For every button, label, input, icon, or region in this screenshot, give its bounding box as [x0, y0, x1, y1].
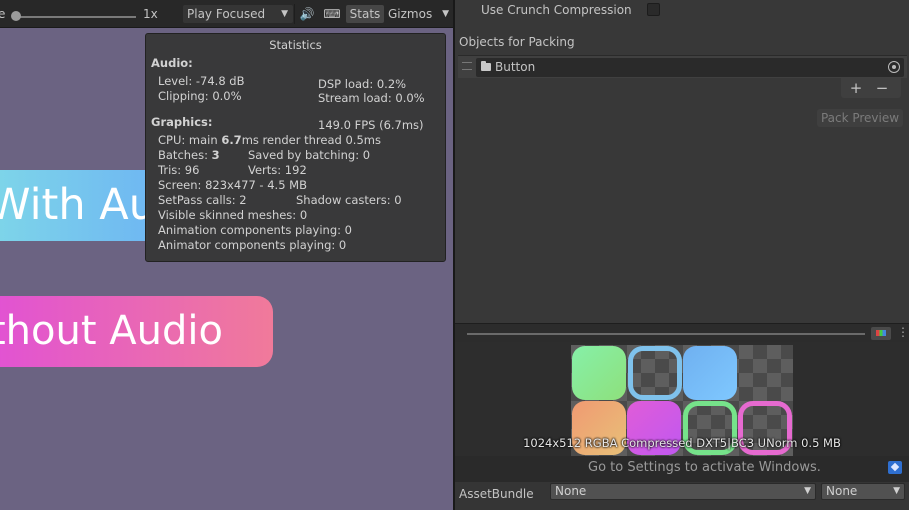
list-footer-buttons: + −: [841, 78, 901, 98]
gizmos-dropdown[interactable]: Gizmos ▼: [387, 5, 451, 23]
atlas-sprite: [683, 346, 737, 400]
play-mode-dropdown[interactable]: Play Focused ▼: [183, 5, 293, 23]
animation-components: Animation components playing: 0: [158, 223, 352, 237]
object-field-value: Button: [495, 60, 536, 74]
game-toolbar: e 1x Play Focused ▼ 🔊 ⌨ Stats Gizmos ▼: [0, 0, 453, 28]
activation-bar: Go to Settings to activate Windows.: [455, 456, 909, 482]
scale-slider-thumb[interactable]: [11, 11, 21, 21]
cpu-timing: CPU: main 6.7ms render thread 0.5ms: [158, 133, 381, 147]
play-mode-value: Play Focused: [187, 7, 266, 21]
activate-windows-text: Go to Settings to activate Windows.: [588, 460, 821, 475]
object-field[interactable]: Button: [476, 58, 904, 77]
asset-bundle-bar: AssetBundle None ▼ None ▼: [455, 482, 909, 510]
button-without-audio[interactable]: thout Audio: [0, 296, 273, 367]
game-view: e 1x Play Focused ▼ 🔊 ⌨ Stats Gizmos ▼ W…: [0, 0, 453, 510]
mute-audio-button[interactable]: 🔊: [297, 5, 317, 23]
more-options-icon[interactable]: ⋮: [897, 325, 909, 339]
pack-preview-button[interactable]: Pack Preview: [817, 109, 903, 127]
asset-bundle-variant-dropdown[interactable]: None ▼: [821, 483, 905, 500]
atlas-preview: 1024x512 RGBA Compressed DXT5|BC3 UNorm …: [455, 342, 909, 456]
stream-load: Stream load: 0.0%: [318, 91, 425, 105]
preview-mip-slider[interactable]: [467, 333, 865, 335]
statistics-overlay: Statistics Audio: Level: -74.8 dB DSP lo…: [145, 33, 446, 262]
tris: Tris: 96: [158, 163, 200, 177]
atlas-sprite: [572, 346, 626, 400]
gizmos-label: Gizmos: [388, 7, 433, 21]
fps-readout: 149.0 FPS (6.7ms): [318, 118, 424, 132]
atlas-info-label: 1024x512 RGBA Compressed DXT5|BC3 UNorm …: [523, 436, 841, 450]
label-tag-icon[interactable]: [888, 461, 902, 474]
statistics-title: Statistics: [269, 38, 322, 52]
keyboard-shortcuts-button[interactable]: ⌨: [321, 5, 343, 23]
screen-info: Screen: 823x477 - 4.5 MB: [158, 178, 307, 192]
crunch-compression-label: Use Crunch Compression: [481, 3, 632, 17]
toolbar-separator: [294, 4, 295, 24]
scale-value: 1x: [143, 7, 158, 21]
atlas-sprite: [628, 346, 682, 400]
add-item-button[interactable]: +: [846, 79, 866, 97]
objects-for-packing-list: Button: [458, 55, 907, 78]
graphics-heading: Graphics:: [151, 115, 213, 129]
asset-bundle-dropdown[interactable]: None ▼: [550, 483, 816, 500]
audio-level: Level: -74.8 dB: [158, 74, 245, 88]
crunch-compression-checkbox[interactable]: [647, 3, 660, 16]
saved-by-batching: Saved by batching: 0: [248, 148, 371, 162]
dropdown-arrow-icon: ▼: [281, 9, 288, 19]
asset-bundle-label: AssetBundle: [459, 487, 534, 501]
object-picker-icon[interactable]: [888, 61, 900, 73]
dsp-load: DSP load: 0.2%: [318, 77, 407, 91]
clipping: Clipping: 0.0%: [158, 89, 242, 103]
verts: Verts: 192: [248, 163, 307, 177]
stats-toggle-button[interactable]: Stats: [346, 5, 384, 23]
animator-components: Animator components playing: 0: [158, 238, 347, 252]
audio-heading: Audio:: [151, 56, 193, 70]
setpass-calls: SetPass calls: 2: [158, 193, 247, 207]
preview-toolbar: ⋮: [455, 323, 909, 342]
dropdown-arrow-icon: ▼: [804, 486, 811, 496]
dropdown-arrow-icon: ▼: [893, 486, 900, 496]
drag-handle-icon[interactable]: [462, 62, 472, 70]
objects-for-packing-label: Objects for Packing: [459, 35, 575, 49]
shadow-casters: Shadow casters: 0: [296, 193, 402, 207]
sprite-atlas-inspector: Use Crunch Compression Objects for Packi…: [455, 0, 909, 510]
scale-slider-track[interactable]: [12, 16, 136, 18]
keyboard-icon: ⌨: [323, 7, 341, 21]
folder-icon: [481, 61, 491, 71]
asset-bundle-value: None: [555, 484, 587, 498]
scale-label: e: [0, 7, 6, 21]
remove-item-button[interactable]: −: [872, 79, 892, 97]
skinned-meshes: Visible skinned meshes: 0: [158, 208, 308, 222]
button-with-audio[interactable]: With Au: [0, 170, 148, 241]
batches: Batches: 3: [158, 148, 220, 162]
dropdown-arrow-icon: ▼: [442, 9, 449, 19]
crunch-compression-row: Use Crunch Compression: [455, 0, 909, 22]
rgb-channel-icon[interactable]: [871, 327, 891, 340]
speaker-icon: 🔊: [299, 7, 315, 21]
asset-bundle-variant-value: None: [826, 484, 858, 498]
